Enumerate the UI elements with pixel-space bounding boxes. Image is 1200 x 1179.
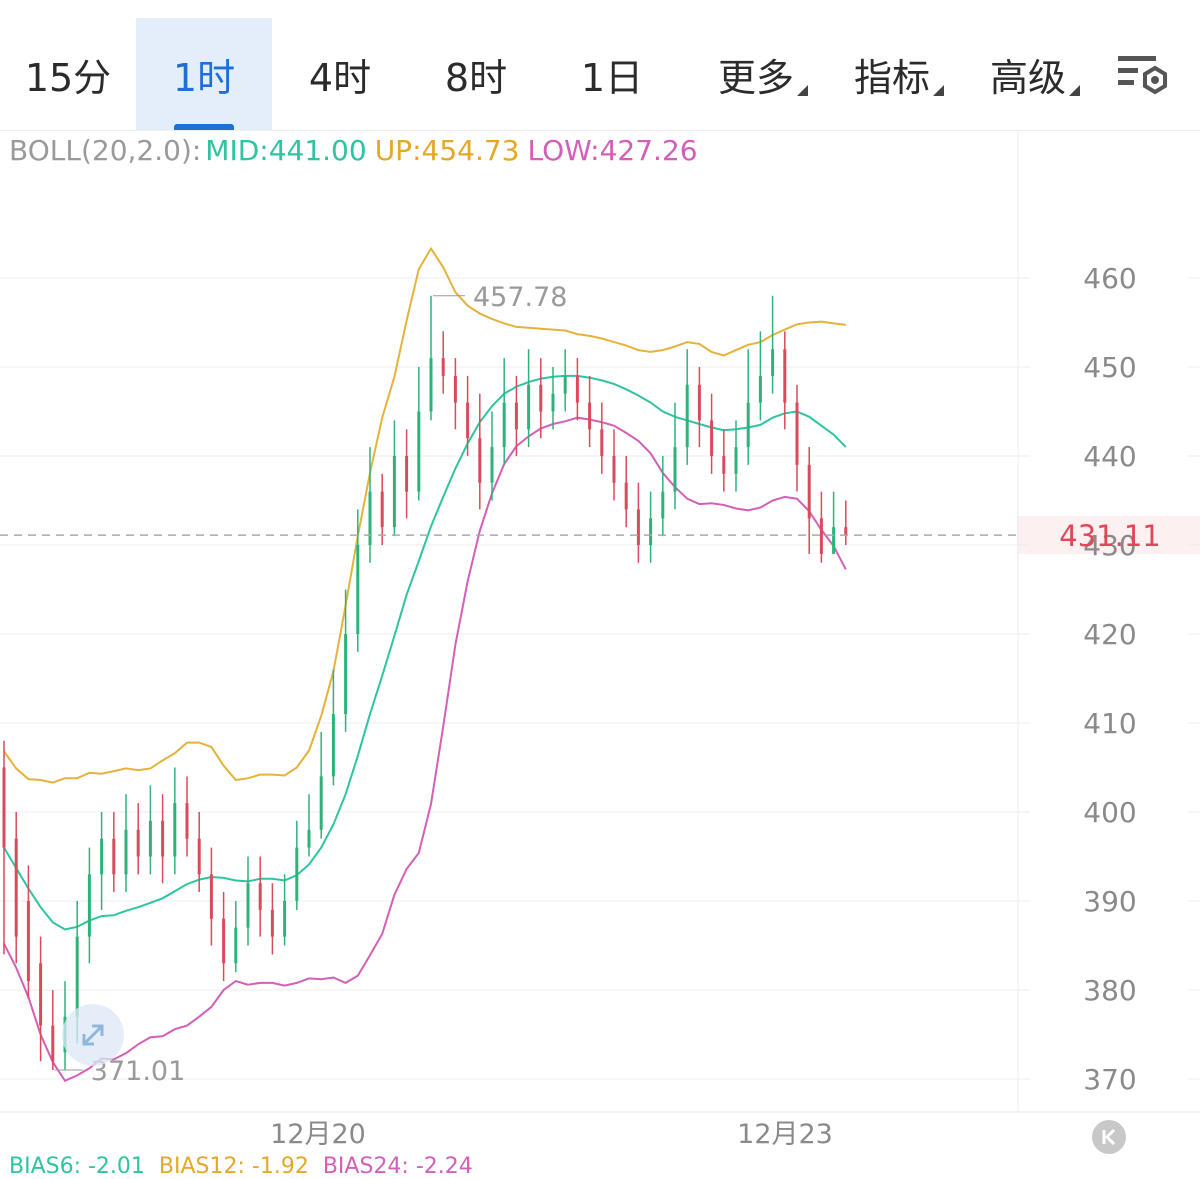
candle-body-down (844, 527, 848, 536)
boll-label: BOLL(20,2.0): (9, 134, 202, 167)
boll-upper-band (3, 246, 846, 784)
candle-body-up (331, 714, 335, 777)
candle-body-down (209, 874, 213, 919)
candle-body-up (832, 527, 836, 554)
candle-body-down (466, 402, 470, 439)
candle-body-up (307, 829, 311, 848)
candle-body-down (197, 838, 201, 875)
candle-body-down (270, 909, 274, 937)
candle-body-down (161, 820, 165, 857)
candle-body-down (51, 1025, 55, 1062)
boll-middle-band (3, 374, 847, 931)
candle-body-up (758, 375, 762, 403)
candle-body-down (819, 518, 823, 554)
candle-body-up (100, 838, 104, 875)
candle-body-down (807, 464, 811, 519)
boll-low-value: LOW:427.26 (527, 134, 698, 167)
candle-body-down (600, 429, 604, 456)
candle-body-up (148, 820, 152, 857)
candle-body-down (222, 918, 226, 964)
candle-body-down (697, 384, 701, 421)
candle-body-down (39, 963, 43, 1026)
candle-body-down (514, 402, 518, 430)
candle-body-up (661, 491, 665, 519)
candle-body-up (563, 375, 567, 394)
candle-body-up (344, 634, 348, 715)
candle-body-down (441, 358, 445, 376)
y-tick-label: 390 (1083, 885, 1136, 918)
bias12-value: BIAS12: -1.92 (158, 1154, 309, 1179)
boll-mid-value: MID:441.00 (205, 134, 367, 167)
candle-body-down (14, 838, 18, 937)
candle-body-up (551, 393, 555, 412)
y-tick-label: 420 (1083, 618, 1136, 651)
candle-body-down (575, 375, 579, 403)
candle-body-up (368, 491, 372, 545)
y-tick-label: 400 (1083, 796, 1136, 829)
y-tick-label: 410 (1083, 707, 1136, 740)
candle-body-up (417, 411, 421, 492)
y-tick-label: 380 (1083, 974, 1136, 1007)
candle-body-up (685, 384, 689, 448)
candle-body-up (429, 358, 433, 412)
candle-body-down (624, 482, 628, 510)
candle-body-up (124, 829, 128, 875)
y-tick-label: 450 (1083, 351, 1136, 384)
candle-body-down (380, 491, 384, 528)
expand-chart-button[interactable] (62, 1004, 124, 1066)
x-tick-label: 12月23 (737, 1119, 833, 1150)
candle-body-down (112, 838, 116, 875)
candle-body-up (356, 545, 360, 634)
candle-body-up (527, 384, 531, 430)
boll-up-value: UP:454.73 (374, 134, 520, 167)
candle-body-up (87, 874, 91, 937)
candle-body-down (783, 349, 787, 403)
boll-indicator-values: BOLL(20,2.0): MID:441.00 UP:454.73 LOW:427.… (9, 134, 706, 167)
y-tick-label: 440 (1083, 440, 1136, 473)
bias24-value: BIAS24: -2.24 (322, 1154, 473, 1179)
candle-body-down (136, 829, 140, 857)
x-tick-label: 12月20 (270, 1119, 366, 1150)
bias6-value: BIAS6: -2.01 (9, 1154, 145, 1179)
scroll-to-latest-button[interactable] (1092, 1120, 1126, 1154)
candle-body-up (295, 847, 299, 901)
candle-body-up (490, 447, 494, 483)
candle-body-up (392, 456, 396, 528)
candle-body-down (612, 456, 616, 483)
candle-body-up (246, 883, 250, 928)
candle-body-down (185, 803, 189, 839)
candle-body-up (746, 402, 750, 448)
candle-body-up (234, 927, 238, 964)
last-price-label: 431.11 (1059, 519, 1160, 553)
candle-body-up (649, 518, 653, 545)
candle-body-down (258, 883, 262, 910)
candle-body-down (405, 456, 409, 492)
candle-body-down (26, 901, 30, 982)
candle-body-down (453, 375, 457, 403)
candle-body-down (539, 384, 543, 412)
candle-body-up (502, 402, 506, 448)
candle-body-down (588, 402, 592, 430)
expand-arrows-icon (82, 1024, 104, 1046)
scroll-back-icon (1102, 1128, 1116, 1146)
candle-body-up (283, 901, 287, 937)
candle-body-up (771, 349, 775, 376)
candle-body-down (2, 767, 6, 848)
candlestick-chart[interactable]: 46045044043042041040039038037012月20 12月23… (0, 0, 1200, 1165)
candle-body-up (173, 803, 177, 857)
candle-body-up (734, 447, 738, 474)
candle-body-up (319, 776, 323, 830)
candle-body-down (795, 402, 799, 465)
candle-body-down (722, 456, 726, 474)
candle-body-down (636, 509, 640, 545)
y-tick-label: 370 (1083, 1063, 1136, 1096)
boll-lower-band (3, 416, 847, 1083)
bias-indicator-values: BIAS6: -2.01 BIAS12: -1.92 BIAS24: -2.24 (9, 1154, 487, 1179)
high-price-annotation: 457.78 (473, 282, 567, 313)
candle-body-down (710, 420, 714, 456)
candle-body-down (478, 438, 482, 483)
candle-body-up (673, 447, 677, 492)
y-tick-label: 460 (1083, 262, 1136, 295)
